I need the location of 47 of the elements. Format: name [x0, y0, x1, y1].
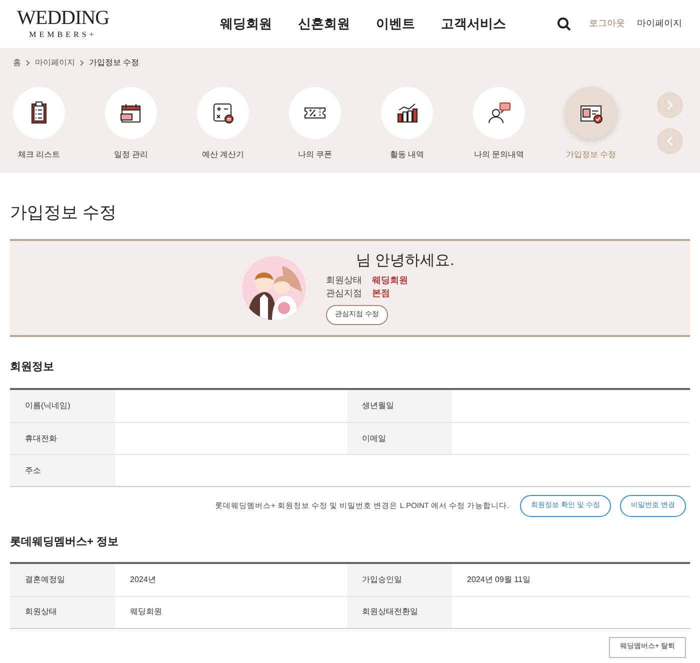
menu-tile[interactable]: [473, 87, 525, 139]
menu-tile[interactable]: [565, 87, 617, 139]
menu-tile[interactable]: [13, 87, 65, 139]
breadcrumb-separator-icon: [26, 60, 30, 66]
menu-tile[interactable]: [381, 87, 433, 139]
menu-label[interactable]: 나의 쿠폰: [298, 149, 332, 161]
menu-label[interactable]: 체크 리스트: [18, 149, 60, 161]
section-title: 회원정보: [10, 360, 55, 374]
greeting-text: 님 안녕하세요.: [355, 250, 454, 271]
field-label: 관심지점: [326, 287, 362, 300]
menu-label[interactable]: 나의 문의내역: [474, 149, 524, 161]
field-label: 이메일: [347, 423, 452, 454]
field-label: 주소: [10, 455, 115, 486]
mypage-link[interactable]: 마이페이지: [637, 17, 682, 31]
menu-label[interactable]: 예산 계산기: [202, 149, 244, 161]
field-label: 회원상태전환일: [347, 596, 452, 628]
menu-label[interactable]: 활동 내역: [390, 149, 424, 161]
search-icon[interactable]: [557, 17, 571, 31]
field-value: 2024년 09월 11일: [467, 574, 530, 586]
menu-tile[interactable]: [105, 87, 157, 139]
field-label: 생년월일: [347, 390, 452, 422]
breadcrumb-link[interactable]: 홈: [13, 57, 21, 69]
page-title: 가입정보 수정: [10, 202, 118, 224]
logout-link[interactable]: 로그아웃: [589, 17, 625, 31]
breadcrumb-link[interactable]: 가입정보 수정: [89, 57, 140, 69]
menu-label[interactable]: 일정 관리: [114, 149, 148, 161]
field-label: 이름(닉네임): [10, 390, 115, 422]
field-value: 웨딩회원: [372, 274, 408, 288]
nav-link[interactable]: 신혼회원: [298, 14, 350, 34]
field-value: 웨딩회원: [130, 606, 162, 618]
field-value: 본점: [372, 287, 390, 300]
field-value: 2024년: [130, 574, 156, 586]
nav-link[interactable]: 웨딩회원: [220, 14, 272, 34]
field-label: 결혼예정일: [10, 564, 115, 596]
logo-wordmark[interactable]: WEDDING: [16, 8, 110, 28]
menu-tile[interactable]: [197, 87, 249, 139]
field-label: 회원상태: [326, 274, 362, 288]
menu-tile[interactable]: [289, 87, 341, 139]
section-title: 롯데웨딩멤버스+ 정보: [10, 535, 120, 550]
nav-link[interactable]: 이벤트: [376, 14, 415, 34]
breadcrumb-link[interactable]: 마이페이지: [35, 57, 75, 69]
field-label: 회원상태: [10, 596, 115, 628]
logo-subtitle: MEMBERS+: [29, 30, 97, 40]
field-label: 가입승인일: [347, 564, 452, 596]
breadcrumb-separator-icon: [80, 60, 84, 66]
field-label: 휴대전화: [10, 423, 115, 454]
nav-link[interactable]: 고객서비스: [441, 14, 506, 34]
